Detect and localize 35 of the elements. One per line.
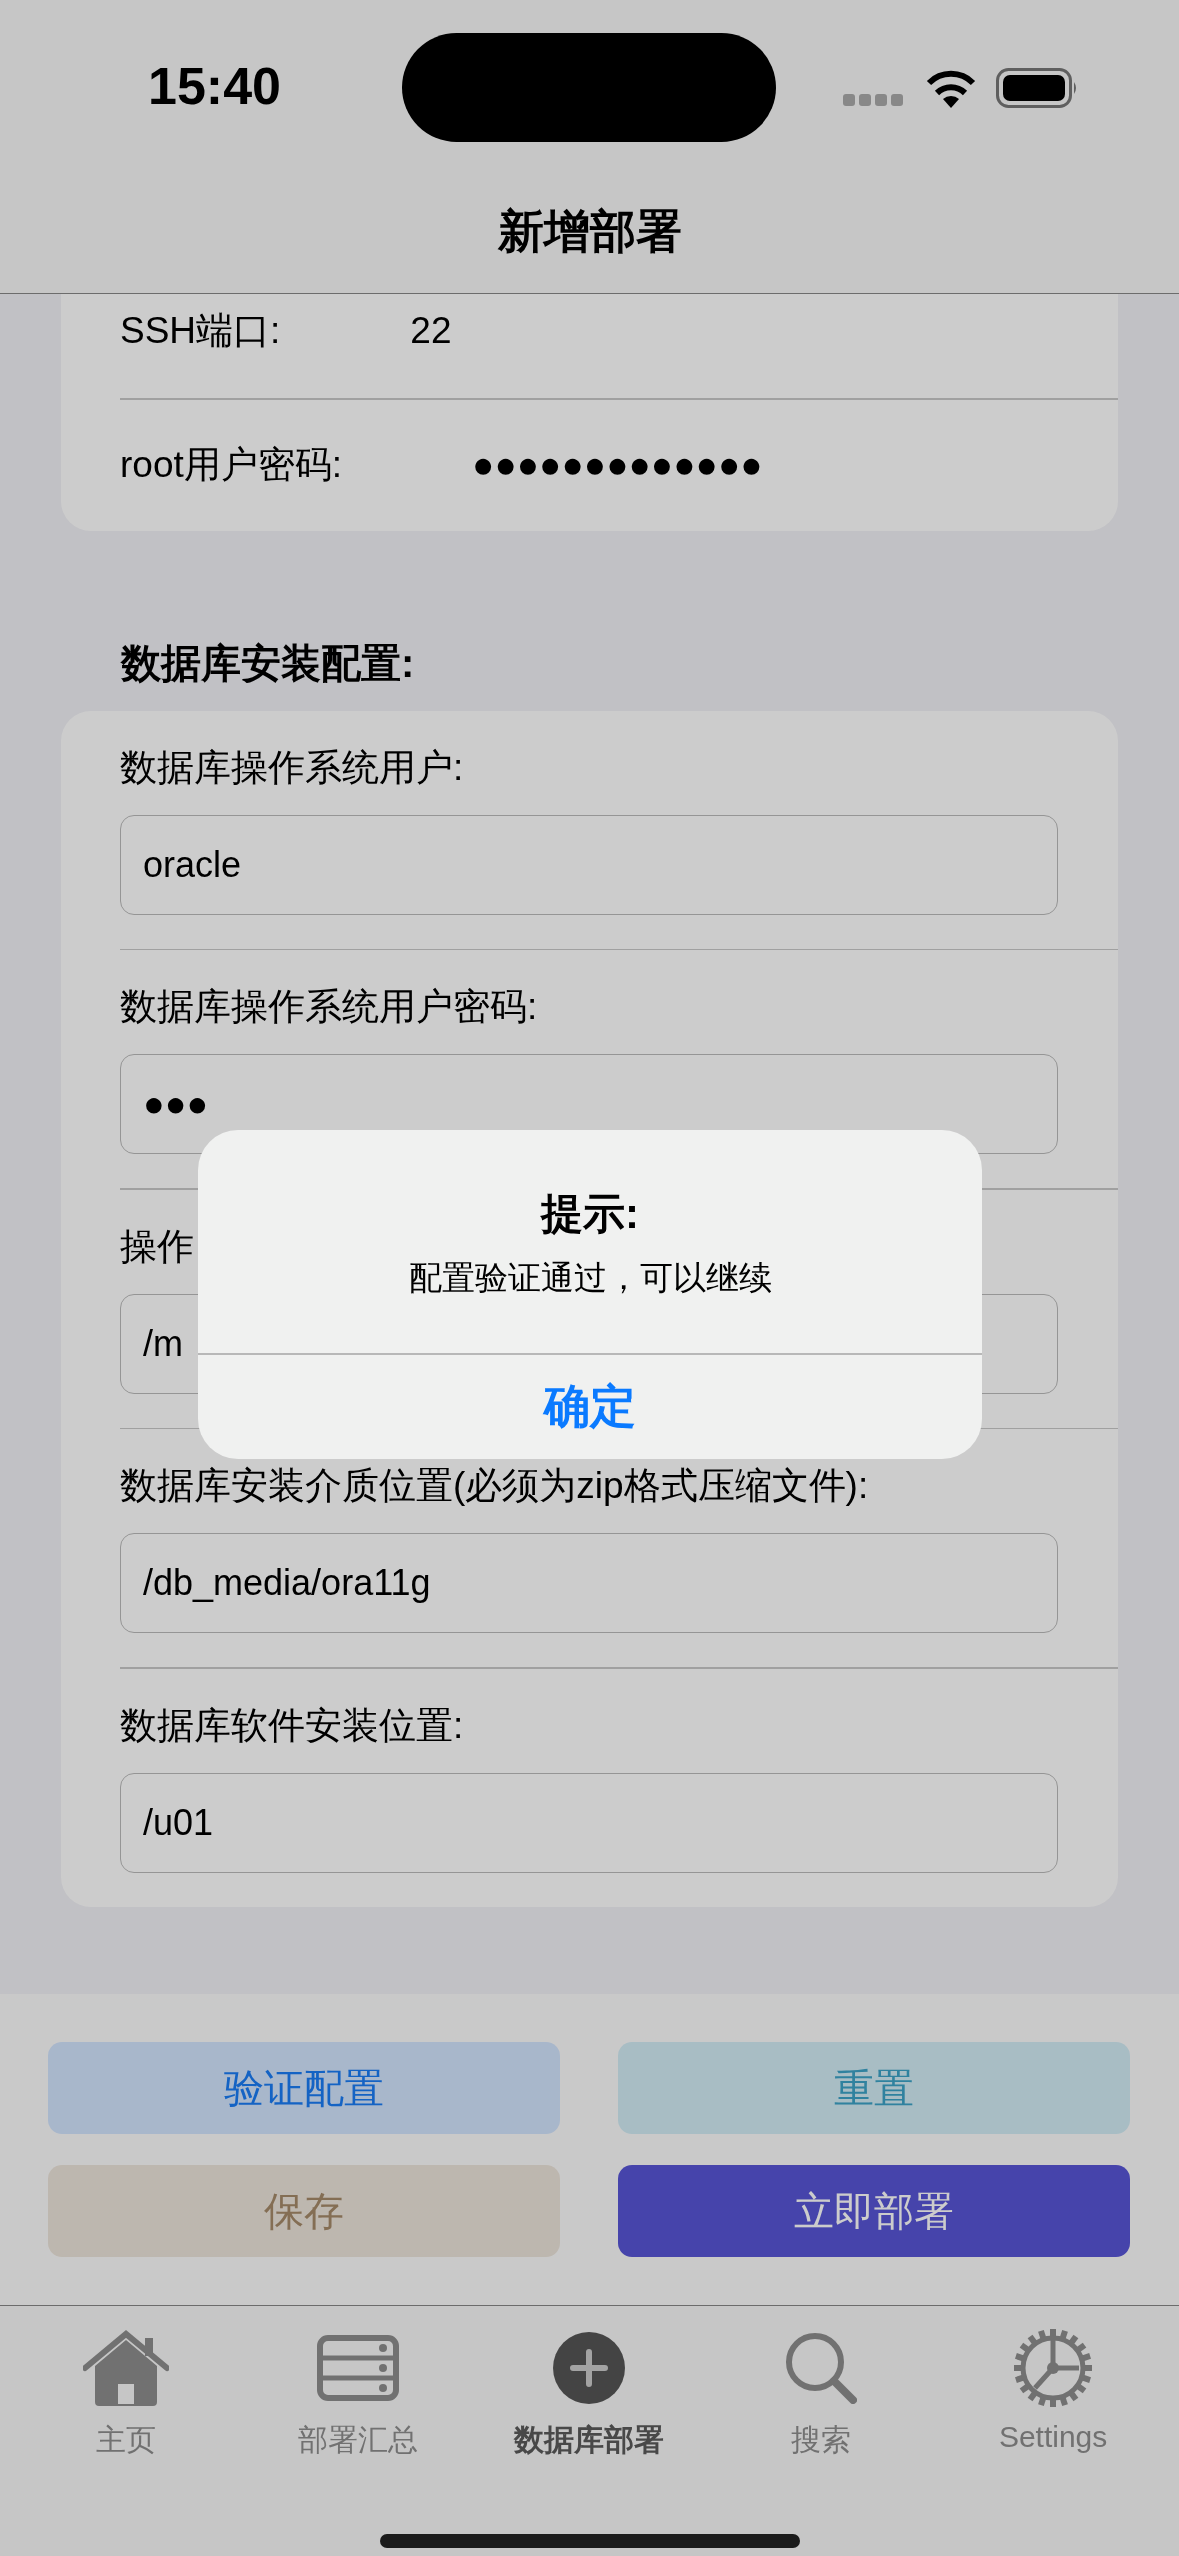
tab-item[interactable]: Settings [937,2306,1169,2461]
tab-item[interactable]: 数据库部署 [473,2306,706,2461]
action-button[interactable]: 验证配置 [48,2042,560,2134]
battery-icon [996,68,1078,108]
confirm-button[interactable]: 确定 [198,1354,982,1459]
add-icon [553,2332,626,2404]
alert-title: 提示: [541,1189,639,1239]
field-label: 数据库操作系统用户: [120,746,465,789]
status-time: 15:40 [148,56,281,116]
section-title: 数据库安装配置: [121,640,415,687]
wifi-icon [925,68,977,108]
action-button[interactable]: 立即部署 [618,2165,1130,2257]
text-field[interactable]: /u01 [120,1772,1058,1873]
screen-title: 新增部署 [497,203,682,259]
tab-item[interactable]: 搜索 [705,2306,938,2461]
field-label: 数据库软件安装位置: [120,1704,465,1747]
field-label: 操作 [120,1225,195,1268]
field-value: 22 [410,310,452,352]
search-icon [785,2332,858,2404]
text-field[interactable]: /db_media/ora11g [120,1533,1058,1633]
field-label: 数据库操作系统用户密码: [120,986,539,1028]
field-label: SSH端口: [120,310,281,352]
field-label: root用户密码: [120,444,343,486]
signal-icon [843,94,903,106]
field-label: 数据库安装介质位置(必须为zip格式压缩文件): [120,1465,870,1507]
action-button[interactable]: 保存 [48,2165,560,2257]
settings-icon [1013,2328,1094,2408]
tab-item[interactable]: 部署汇总 [241,2306,474,2461]
tab-item[interactable]: 主页 [10,2306,242,2461]
home-icon [82,2330,169,2406]
alert-message: 配置验证通过，可以继续 [408,1258,772,1298]
server-icon [316,2335,399,2401]
field-value: ●●●●●●●●●●●●● [472,444,763,486]
text-field[interactable]: oracle [120,814,1058,915]
action-button[interactable]: 重置 [618,2042,1130,2134]
